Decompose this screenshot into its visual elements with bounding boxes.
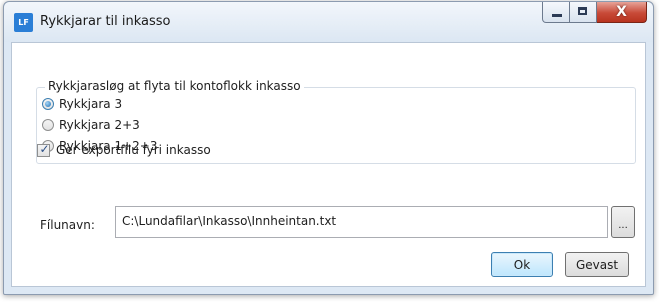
close-icon: X <box>616 4 627 20</box>
title-bar[interactable]: LF Rykkjarar til inkasso X <box>4 2 653 42</box>
radio-label: Rykkjara 3 <box>59 97 123 111</box>
minimize-button[interactable] <box>542 2 570 23</box>
checkmark-icon: ✓ <box>39 141 50 156</box>
ok-button[interactable]: Ok <box>491 252 553 277</box>
close-button[interactable]: X <box>597 2 647 23</box>
maximize-icon <box>578 7 587 15</box>
radio-label: Rykkjara 2+3 <box>59 118 140 132</box>
dialog-window: LF Rykkjarar til inkasso X Rykkjarasløg … <box>3 1 654 295</box>
minimize-icon <box>552 14 562 17</box>
window-title: Rykkjarar til inkasso <box>40 14 171 29</box>
radio-button[interactable] <box>42 119 54 131</box>
filename-label: Fílunavn: <box>40 218 95 232</box>
cancel-button[interactable]: Gevast <box>565 252 629 277</box>
groupbox-legend: Rykkjarasløg at flyta til kontoflokk ink… <box>45 79 304 93</box>
radio-option-rykkjara-3[interactable]: Rykkjara 3 <box>42 97 122 111</box>
app-logo-icon: LF <box>14 13 33 32</box>
export-file-checkbox[interactable]: ✓ <box>37 141 50 157</box>
browse-button[interactable]: ... <box>611 206 635 238</box>
maximize-button[interactable] <box>570 2 597 23</box>
export-file-checkbox-row[interactable]: ✓ Ger exportfílu fyri inkasso <box>37 141 211 157</box>
dialog-client-area: Rykkjarasløg at flyta til kontoflokk ink… <box>11 42 646 287</box>
radio-option-rykkjara-2-3[interactable]: Rykkjara 2+3 <box>42 118 140 132</box>
filename-input[interactable] <box>115 206 608 238</box>
radio-button-checked[interactable] <box>42 98 54 110</box>
caption-buttons: X <box>542 2 647 24</box>
export-file-label: Ger exportfílu fyri inkasso <box>56 143 211 157</box>
